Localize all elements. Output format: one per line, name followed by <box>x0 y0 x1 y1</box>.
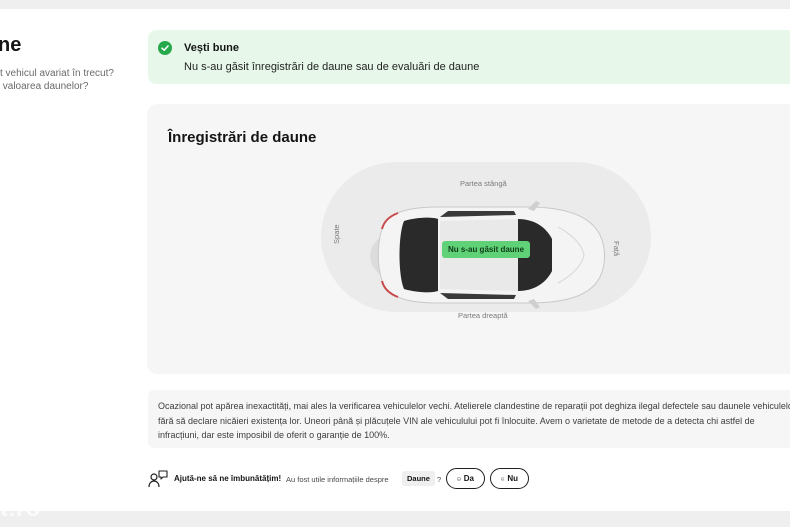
bottom-bar <box>0 511 790 527</box>
good-news-title: Vești bune <box>184 42 240 54</box>
top-bar <box>0 0 790 9</box>
damage-records-card: Înregistrări de daune Partea stângă Part… <box>147 104 790 374</box>
good-news-banner: Vești bune Nu s-au găsit înregistrări de… <box>148 30 790 84</box>
feedback-no-label: Nu <box>507 474 518 483</box>
good-news-text: Nu s-au găsit înregistrări de daune sau … <box>184 61 480 73</box>
label-front: Față <box>612 241 621 257</box>
watermark-logo: t.ro <box>0 495 42 521</box>
feedback-question-mark: ? <box>437 475 442 484</box>
feedback-bar: Ajută-ne să ne îmbunătățim! Au fost util… <box>148 468 788 490</box>
no-damage-badge: Nu s-au găsit daune <box>442 241 531 258</box>
check-circle-icon <box>158 41 172 55</box>
feedback-yes-button[interactable]: Da <box>446 468 485 489</box>
label-back: Spate <box>332 224 341 244</box>
label-right-side: Partea dreaptă <box>458 311 508 320</box>
feedback-person-icon <box>148 470 168 488</box>
section-title: ne <box>0 34 22 56</box>
feedback-question: Au fost utile informațiile despre <box>286 475 389 484</box>
smile-icon <box>457 476 461 481</box>
feedback-no-button[interactable]: Nu <box>490 468 529 489</box>
feedback-topic-tag: Daune <box>402 471 435 486</box>
section-question: t vehicul avariat în trecut? valoarea da… <box>0 67 125 93</box>
disclaimer-box: Ocazional pot apărea inexactități, mai a… <box>148 390 790 448</box>
feedback-yes-label: Da <box>463 474 474 483</box>
disclaimer-text: Ocazional pot apărea inexactități, mai a… <box>158 401 790 440</box>
label-left-side: Partea stângă <box>460 179 507 188</box>
section-question-text: t vehicul avariat în trecut? valoarea da… <box>0 68 114 92</box>
frown-icon <box>501 476 505 481</box>
damage-records-title: Înregistrări de daune <box>168 129 317 146</box>
feedback-title: Ajută-ne să ne îmbunătățim! <box>174 474 282 483</box>
